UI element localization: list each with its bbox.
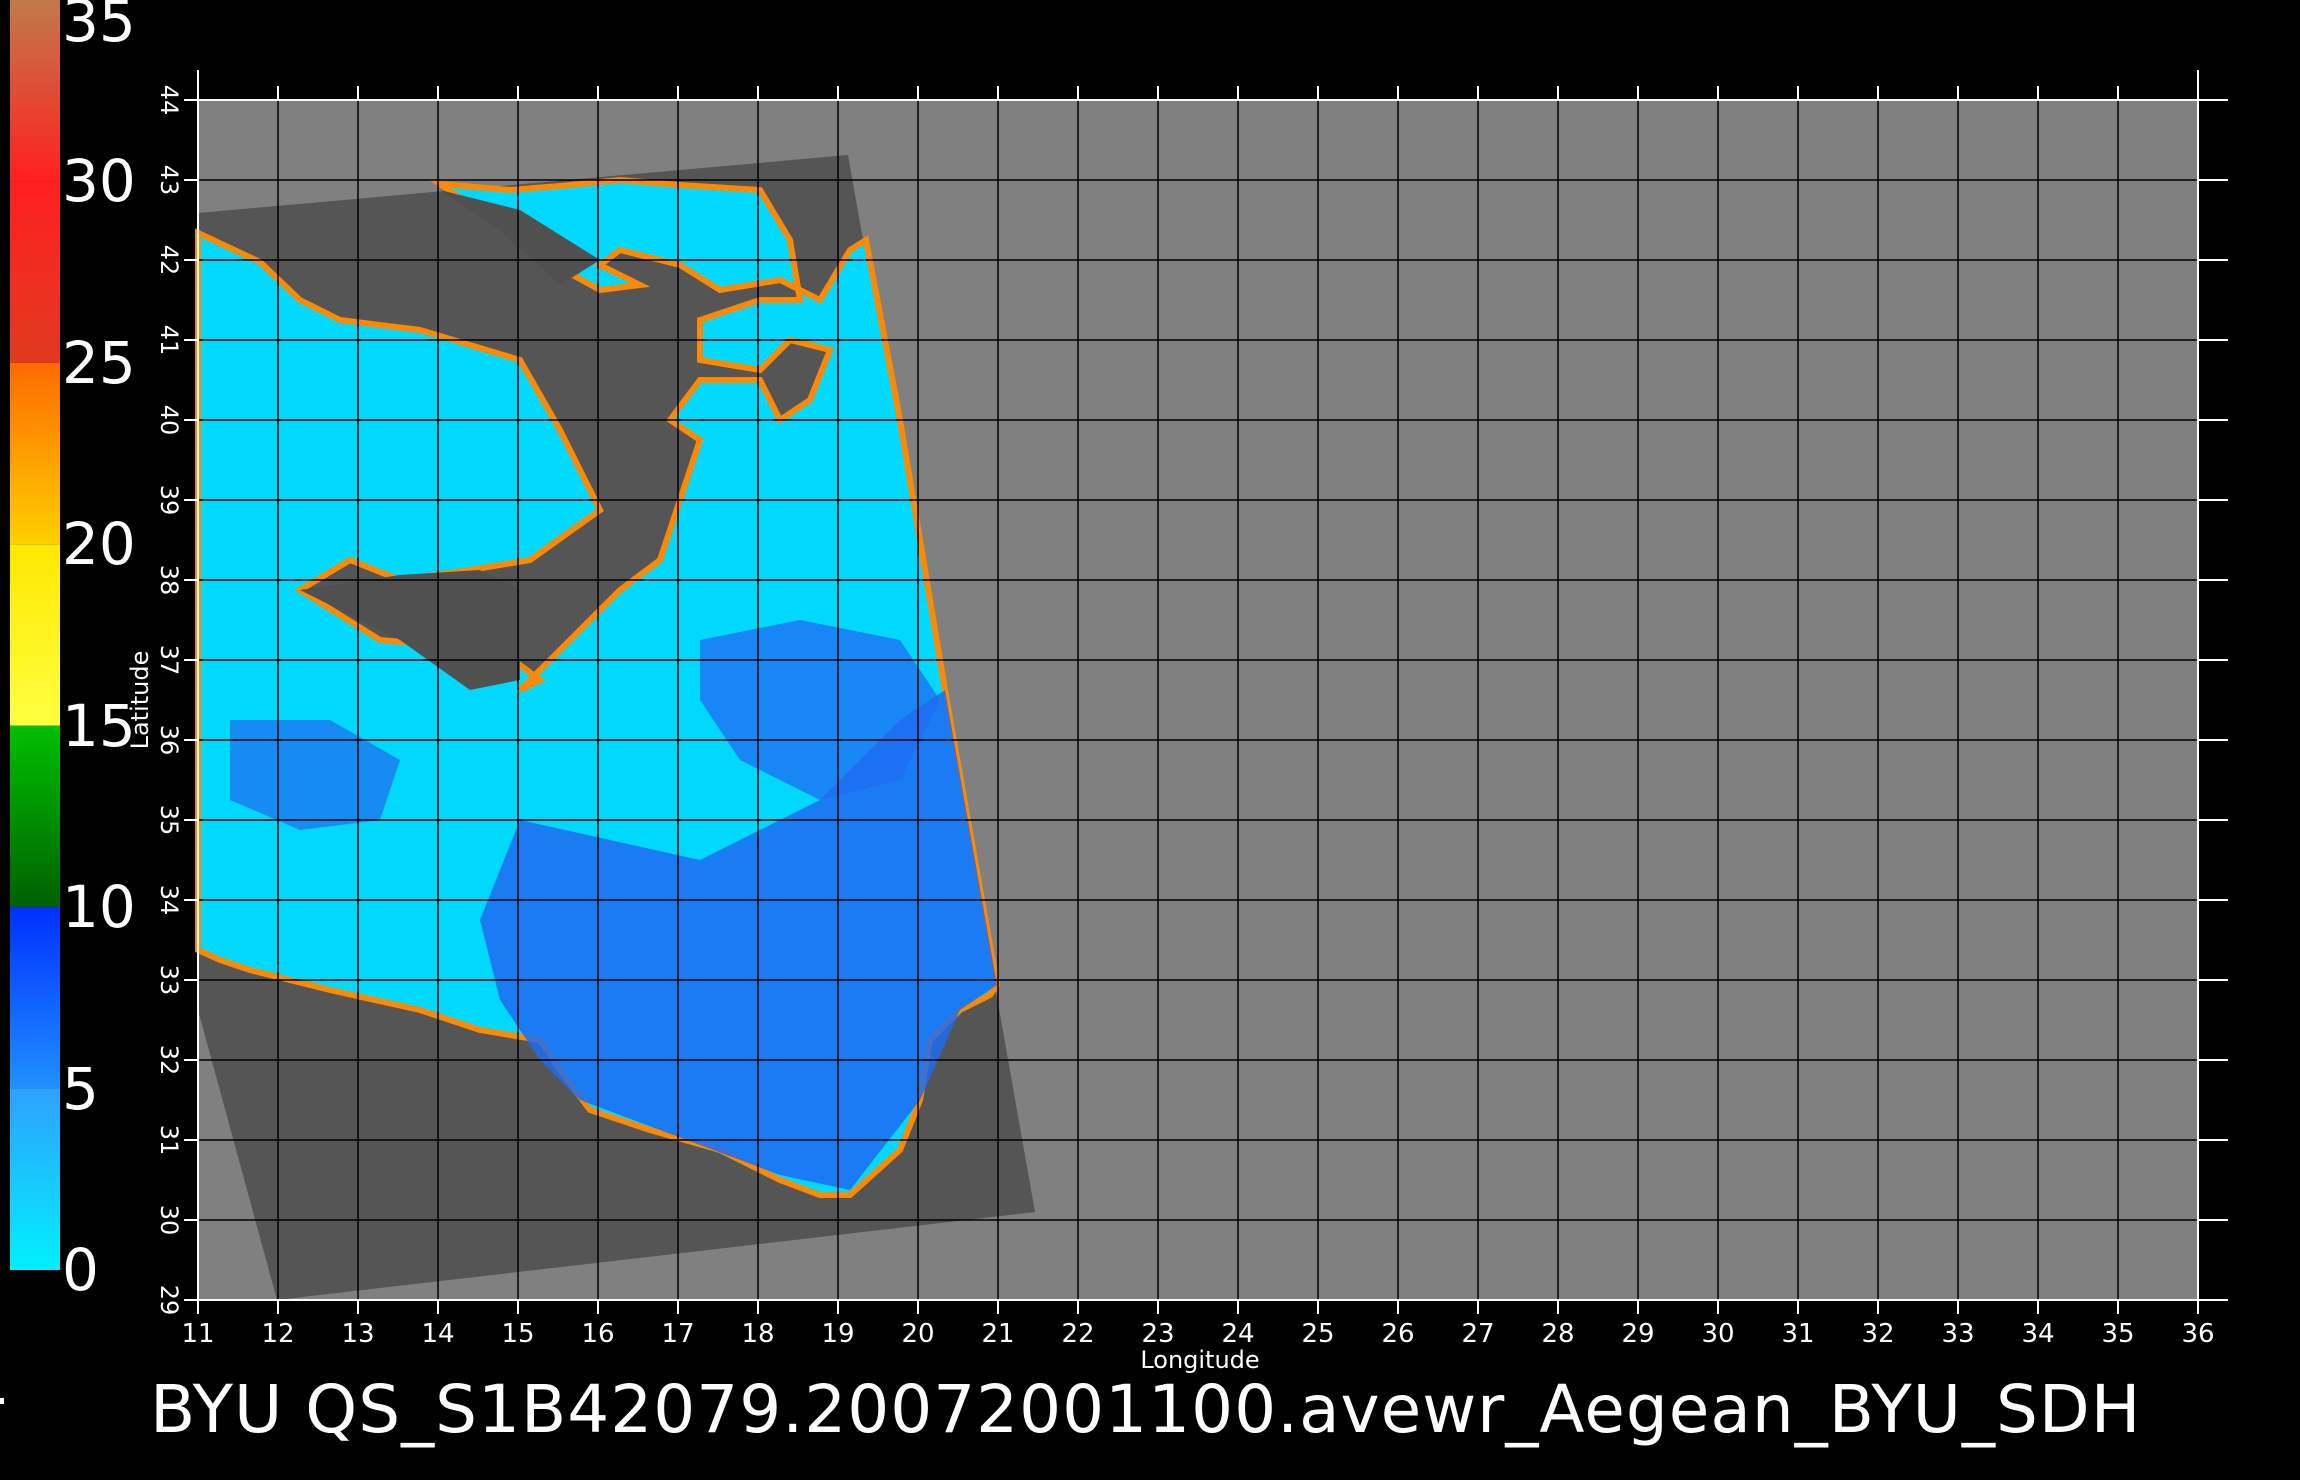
latitude-tick-label: 38 — [155, 565, 183, 596]
longitude-tick-labels: 11 12 13 14 15 16 17 18 19 20 21 22 23 24 25 26 27 28 29 30… — [181, 1319, 2214, 1349]
longitude-tick-label: 17 — [661, 1319, 694, 1349]
longitude-tick-label: 20 — [901, 1319, 934, 1349]
longitude-tick-label: 31 — [1781, 1319, 1814, 1349]
longitude-tick-label: 21 — [981, 1319, 1014, 1349]
edge-marker — [0, 1398, 4, 1404]
longitude-tick-label: 13 — [341, 1319, 374, 1349]
longitude-tick-label: 11 — [181, 1319, 214, 1349]
latitude-tick-label: 32 — [155, 1045, 183, 1076]
latitude-tick-label: 39 — [155, 485, 183, 516]
color-scale-segment — [10, 544, 60, 726]
longitude-tick-label: 22 — [1061, 1319, 1094, 1349]
latitude-tick-label: 36 — [155, 725, 183, 756]
color-scale-bar — [10, 0, 60, 1270]
longitude-tick-label: 14 — [421, 1319, 454, 1349]
wind-speed-map: 11 12 13 14 15 16 17 18 19 20 21 22 23 24 25 26 27 28 29 30… — [10, 0, 2228, 1374]
color-scale-label: 15 — [62, 691, 136, 760]
longitude-tick-label: 23 — [1141, 1319, 1174, 1349]
latitude-tick-label: 44 — [155, 85, 183, 116]
color-scale-segment — [10, 0, 60, 182]
longitude-tick-label: 29 — [1621, 1319, 1654, 1349]
longitude-tick-label: 24 — [1221, 1319, 1254, 1349]
longitude-tick-label: 19 — [821, 1319, 854, 1349]
longitude-tick-label: 27 — [1461, 1319, 1494, 1349]
color-scale-segment — [10, 1088, 60, 1270]
latitude-tick-labels: 29 30 31 32 33 34 35 36 37 38 39 40 41 42 43 44 — [155, 85, 183, 1316]
latitude-tick-label: 41 — [155, 325, 183, 356]
color-scale-label: 20 — [62, 510, 136, 579]
color-scale-label: 0 — [62, 1236, 99, 1304]
longitude-tick-label: 36 — [2181, 1319, 2214, 1349]
longitude-tick-label: 34 — [2021, 1319, 2054, 1349]
color-scale-label: 25 — [62, 328, 136, 397]
latitude-tick-label: 31 — [155, 1125, 183, 1156]
color-scale-segment — [10, 181, 60, 363]
latitude-tick-label: 40 — [155, 405, 183, 436]
color-scale-label: 30 — [62, 147, 136, 216]
color-scale-segment — [10, 907, 60, 1089]
color-scale-label: 5 — [62, 1054, 99, 1123]
longitude-tick-label: 15 — [501, 1319, 534, 1349]
latitude-tick-label: 43 — [155, 165, 183, 196]
longitude-tick-label: 33 — [1941, 1319, 1974, 1349]
color-scale-segment — [10, 725, 60, 908]
latitude-tick-label: 42 — [155, 245, 183, 276]
color-scale-label: 35 — [62, 0, 136, 55]
color-scale-segment — [10, 362, 60, 545]
latitude-tick-label: 35 — [155, 805, 183, 836]
longitude-tick-label: 28 — [1541, 1319, 1574, 1349]
latitude-tick-label: 29 — [155, 1285, 183, 1316]
latitude-tick-label: 37 — [155, 645, 183, 676]
longitude-tick-label: 30 — [1701, 1319, 1734, 1349]
longitude-tick-label: 25 — [1301, 1319, 1334, 1349]
longitude-tick-label: 16 — [581, 1319, 614, 1349]
longitude-tick-label: 12 — [261, 1319, 294, 1349]
longitude-tick-label: 32 — [1861, 1319, 1894, 1349]
longitude-tick-label: 26 — [1381, 1319, 1414, 1349]
color-scale-label: 10 — [62, 873, 136, 942]
longitude-tick-label: 18 — [741, 1319, 774, 1349]
latitude-tick-label: 34 — [155, 885, 183, 916]
latitude-tick-label: 33 — [155, 965, 183, 996]
image-caption: BYU QS_S1B42079.20072001100.avewr_Aegean… — [150, 1371, 2142, 1448]
latitude-tick-label: 30 — [155, 1205, 183, 1236]
longitude-tick-label: 35 — [2101, 1319, 2134, 1349]
